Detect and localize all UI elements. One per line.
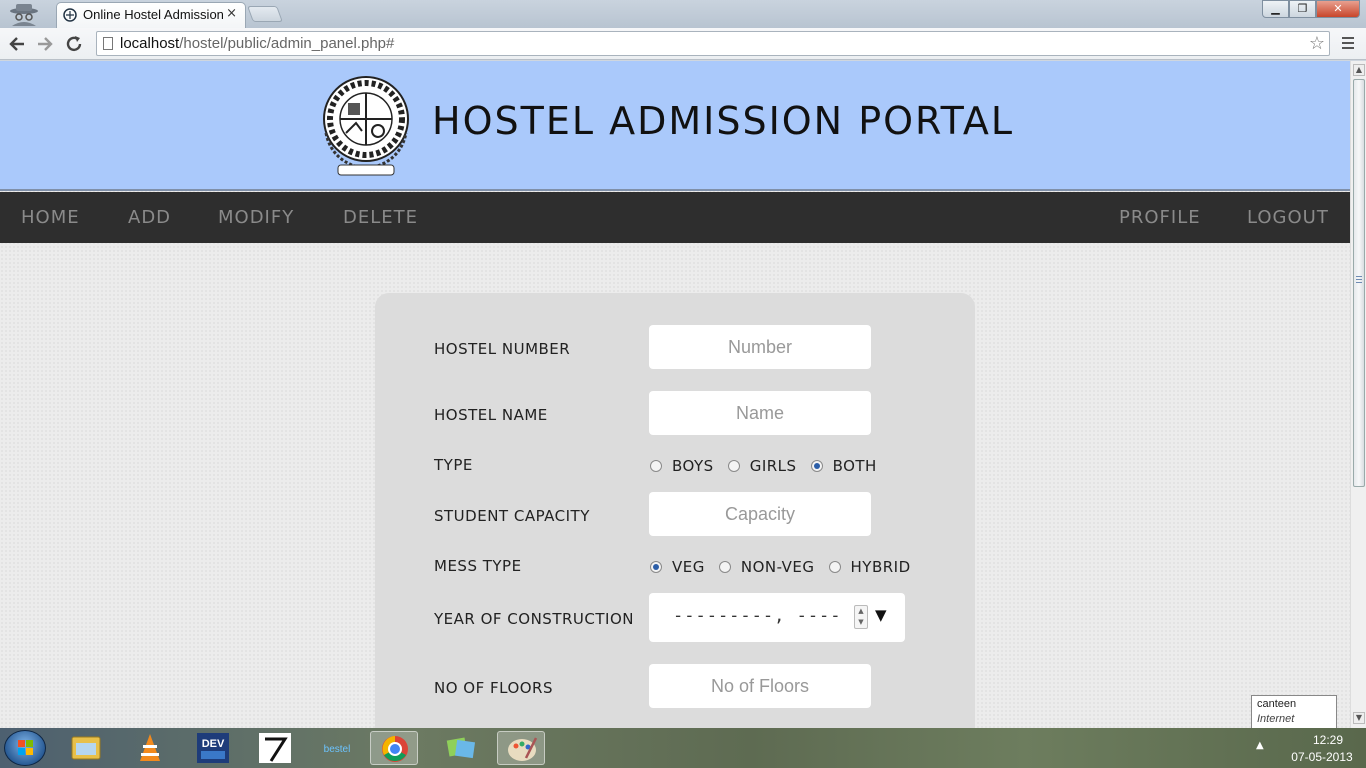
spin-down-icon[interactable]: ▼ xyxy=(858,618,863,626)
hostel-name-label: HOSTEL NAME xyxy=(434,406,548,424)
scroll-grip xyxy=(1356,276,1362,284)
tab-hostel-admission[interactable]: Online Hostel Admission S × xyxy=(56,2,246,28)
tab-title: Online Hostel Admission S xyxy=(83,7,223,22)
student-capacity-label: STUDENT CAPACITY xyxy=(434,507,590,525)
date-spinner[interactable]: ▲ ▼ xyxy=(854,605,868,629)
student-capacity-input[interactable] xyxy=(649,492,871,536)
page-scrollbar[interactable]: ▲ ▼ xyxy=(1350,61,1366,728)
star-icon[interactable]: ☆ xyxy=(1309,33,1325,54)
maximize-button[interactable]: ❐ xyxy=(1289,0,1316,18)
address-bar[interactable]: localhost/hostel/public/admin_panel.php#… xyxy=(96,31,1330,56)
no-of-floors-input[interactable] xyxy=(649,664,871,708)
institute-logo xyxy=(323,76,409,176)
mess-radio-non-veg[interactable] xyxy=(718,561,731,573)
site-header: HOSTEL ADMISSION PORTAL xyxy=(0,61,1350,191)
hostel-number-input[interactable] xyxy=(649,325,871,369)
clock-date[interactable]: 07-05-2013 xyxy=(1282,750,1362,764)
type-option-label: GIRLS xyxy=(749,457,797,475)
network-tooltip: canteen Internet access xyxy=(1251,695,1337,740)
site-favicon-icon xyxy=(63,8,77,22)
year-of-construction-label: YEAR OF CONSTRUCTION xyxy=(434,610,634,628)
windows-logo-icon xyxy=(18,740,33,755)
tooltip-title: canteen xyxy=(1257,698,1297,710)
scroll-up-icon[interactable]: ▲ xyxy=(1353,64,1365,76)
no-of-floors-label: NO OF FLOORS xyxy=(434,679,554,697)
reload-icon[interactable] xyxy=(62,32,86,56)
main-navbar: HOME ADD MODIFY DELETE PROFILE LOGOUT xyxy=(0,192,1350,243)
add-hostel-form: HOSTEL NUMBER HOSTEL NAME TYPE BOYS GIRL… xyxy=(375,293,975,728)
mess-type-radio-group: VEG NON-VEG HYBRID xyxy=(649,558,924,576)
type-radio-group: BOYS GIRLS BOTH xyxy=(649,457,890,475)
nav-logout[interactable]: LOGOUT xyxy=(1247,207,1329,228)
nav-add[interactable]: ADD xyxy=(128,207,171,228)
tab-close-icon[interactable]: × xyxy=(226,6,237,21)
spin-up-icon[interactable]: ▲ xyxy=(858,607,863,615)
tray-expand-icon[interactable]: ▲ xyxy=(1256,740,1264,751)
bestel-icon[interactable]: bestel xyxy=(313,731,361,765)
forward-icon[interactable] xyxy=(33,32,57,56)
window-controls: ▁ ❐ ✕ xyxy=(1262,0,1360,20)
mess-radio-veg[interactable] xyxy=(650,561,662,573)
file-explorer-icon[interactable] xyxy=(62,731,110,765)
nav-delete[interactable]: DELETE xyxy=(343,207,418,228)
minimize-button[interactable]: ▁ xyxy=(1262,0,1289,18)
year-of-construction-input[interactable]: ---------, ---- ▲ ▼ ▼ xyxy=(649,593,905,642)
app-icon[interactable] xyxy=(251,731,299,765)
mess-type-label: MESS TYPE xyxy=(434,557,522,575)
hostel-number-label: HOSTEL NUMBER xyxy=(434,340,571,358)
close-window-button[interactable]: ✕ xyxy=(1316,0,1360,18)
type-label: TYPE xyxy=(434,456,473,474)
type-option-label: BOTH xyxy=(832,457,877,475)
mess-option-label: VEG xyxy=(672,558,705,576)
page-icon xyxy=(103,37,113,50)
browser-toolbar: localhost/hostel/public/admin_panel.php#… xyxy=(0,28,1366,60)
nav-modify[interactable]: MODIFY xyxy=(218,207,294,228)
incognito-icon xyxy=(10,4,38,26)
devcpp-label: DEV xyxy=(202,738,225,750)
bestel-label: bestel xyxy=(324,744,351,755)
month-year-value: ---------, ---- xyxy=(673,606,842,626)
chrome-icon[interactable] xyxy=(370,731,418,765)
mess-option-label: HYBRID xyxy=(850,558,911,576)
hostel-name-input[interactable] xyxy=(649,391,871,435)
new-tab-button[interactable] xyxy=(247,6,283,22)
clock-time[interactable]: 12:29 xyxy=(1298,733,1358,747)
type-option-label: BOYS xyxy=(672,457,714,475)
dropdown-arrow-icon[interactable]: ▼ xyxy=(875,606,887,624)
type-radio-girls[interactable] xyxy=(727,460,740,472)
menu-icon[interactable] xyxy=(1340,34,1356,54)
portal-title: HOSTEL ADMISSION PORTAL xyxy=(432,99,1015,143)
url-text: localhost/hostel/public/admin_panel.php# xyxy=(120,35,395,52)
vlc-icon[interactable] xyxy=(126,731,174,765)
paint-icon[interactable] xyxy=(497,731,545,765)
type-radio-both[interactable] xyxy=(810,460,823,472)
start-button[interactable] xyxy=(4,730,46,766)
explorer-icon[interactable] xyxy=(436,731,484,765)
nav-home[interactable]: HOME xyxy=(21,207,80,228)
scroll-down-icon[interactable]: ▼ xyxy=(1353,712,1365,724)
nav-profile[interactable]: PROFILE xyxy=(1119,207,1201,228)
windows-taskbar: DEV bestel ▲ 12:29 07-05-2013 xyxy=(0,728,1366,768)
devcpp-icon[interactable]: DEV xyxy=(189,731,237,765)
system-tray: ▲ 12:29 07-05-2013 xyxy=(1256,728,1366,768)
mess-option-label: NON-VEG xyxy=(740,558,815,576)
mess-radio-hybrid[interactable] xyxy=(828,561,841,573)
back-icon[interactable] xyxy=(5,32,29,56)
window-titlebar: Online Hostel Admission S × ▁ ❐ ✕ xyxy=(0,0,1366,28)
type-radio-boys[interactable] xyxy=(650,460,662,472)
page-viewport: HOSTEL ADMISSION PORTAL HOME ADD MODIFY … xyxy=(0,61,1350,728)
